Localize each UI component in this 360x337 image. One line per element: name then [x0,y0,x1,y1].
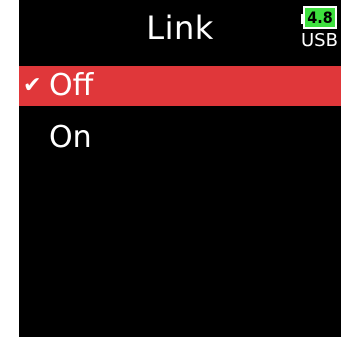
screen-title: Link [146,9,214,47]
battery-icon: 4.8 [301,6,337,29]
power-status: 4.8 USB [301,6,338,58]
option-label: Off [49,68,94,103]
battery-voltage: 4.8 [307,8,333,27]
option-on[interactable]: On [19,118,341,158]
checkmark-icon: ✔ [23,73,42,98]
option-label: On [49,120,92,155]
device-screen: Link 4.8 USB ✔ Off On [19,0,341,337]
option-list: ✔ Off On [19,66,341,170]
power-source-label: USB [301,30,338,51]
header-bar: Link 4.8 USB [19,0,341,60]
option-off[interactable]: ✔ Off [19,66,341,106]
